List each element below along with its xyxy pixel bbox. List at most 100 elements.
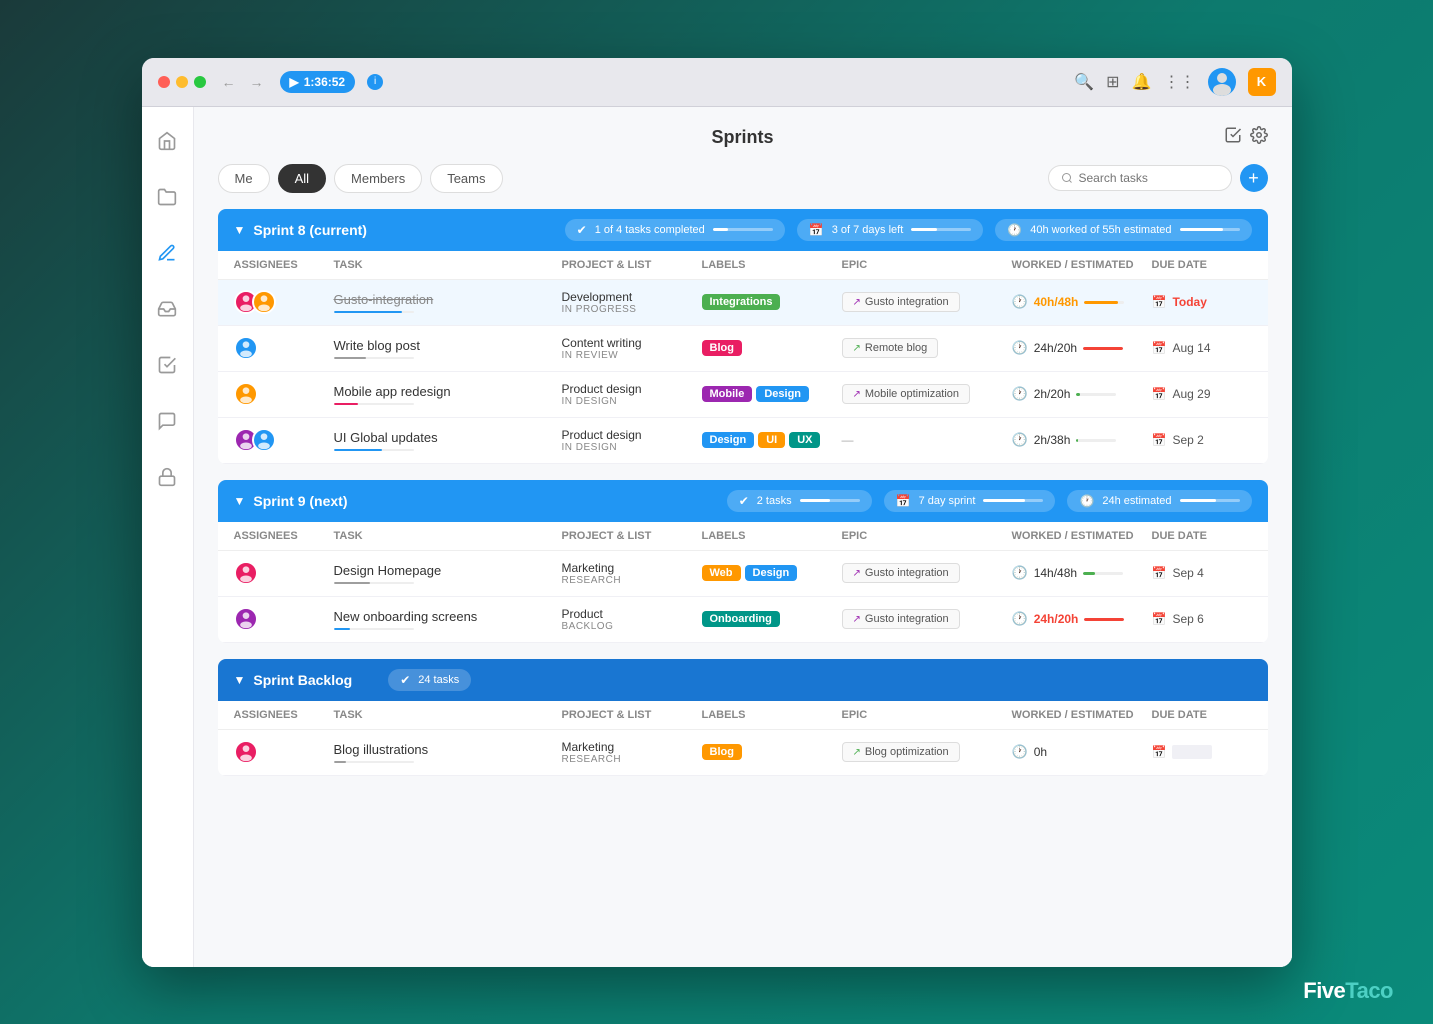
col-due: Due date [1152, 709, 1252, 721]
calendar-icon: 📅 [1152, 387, 1167, 401]
due-cell: 📅 Today [1152, 295, 1252, 309]
avatar [234, 382, 258, 406]
worked-cell: 🕐 24h/20h [1012, 611, 1152, 627]
sprint-8-table: Assignees Task Project & List Labels Epi… [218, 251, 1268, 464]
sidebar-item-folders[interactable] [149, 179, 185, 215]
task-cell[interactable]: Design Homepage [334, 563, 562, 584]
labels-cell: Blog [702, 340, 842, 356]
info-icon[interactable]: i [367, 74, 383, 90]
calendar-icon: 📅 [809, 223, 824, 237]
sprint-backlog-title: ▼ Sprint Backlog [234, 672, 353, 688]
col-project: Project & List [562, 709, 702, 721]
sidebar-item-home[interactable] [149, 123, 185, 159]
col-epic: Epic [842, 709, 1012, 721]
sprint-9-stats: ✔ 2 tasks 📅 7 day sprint 🕐 24h estimated [727, 490, 1252, 512]
epic-arrow-icon: ↗ [853, 389, 861, 400]
due-cell: 📅 Sep 4 [1152, 566, 1252, 580]
sidebar-item-pen[interactable] [149, 235, 185, 271]
clock-icon: 🕐 [1012, 611, 1028, 627]
clock-icon: 🕐 [1012, 744, 1028, 760]
col-project: Project & List [562, 530, 702, 542]
search-bar [1048, 165, 1232, 191]
label-badge: Design [756, 386, 809, 402]
sprint-8-chevron[interactable]: ▼ [234, 223, 246, 237]
col-labels: Labels [702, 259, 842, 271]
epic-badge[interactable]: ↗ Gusto integration [842, 609, 960, 629]
user-badge[interactable]: K [1248, 68, 1276, 96]
user-avatar[interactable] [1208, 68, 1236, 96]
filter-members[interactable]: Members [334, 164, 422, 193]
col-labels: Labels [702, 709, 842, 721]
minimize-button[interactable] [176, 76, 188, 88]
sprint-8-table-header: Assignees Task Project & List Labels Epi… [218, 251, 1268, 280]
epic-cell: ↗ Blog optimization [842, 742, 1012, 763]
task-cell[interactable]: Mobile app redesign [334, 384, 562, 405]
sprint-9-title: ▼ Sprint 9 (next) [234, 493, 348, 509]
col-due: Due date [1152, 259, 1252, 271]
epic-arrow-icon: ↗ [853, 614, 861, 625]
checklist-icon[interactable] [1224, 126, 1242, 149]
search-icon[interactable]: 🔍 [1074, 72, 1094, 92]
search-icon [1061, 172, 1073, 184]
col-worked: Worked / Estimated [1012, 709, 1152, 721]
filter-teams[interactable]: Teams [430, 164, 502, 193]
epic-badge[interactable]: ↗ Mobile optimization [842, 384, 971, 404]
sprint-section-8: ▼ Sprint 8 (current) ✔ 1 of 4 tasks comp… [218, 209, 1268, 464]
epic-badge[interactable]: ↗ Remote blog [842, 338, 939, 358]
sprint-backlog-section: ▼ Sprint Backlog ✔ 24 tasks Assignees Ta… [218, 659, 1268, 776]
filter-me[interactable]: Me [218, 164, 270, 193]
sprint-8-stats: ✔ 1 of 4 tasks completed 📅 3 of 7 days l… [565, 219, 1252, 241]
col-project: Project & List [562, 259, 702, 271]
task-cell[interactable]: Blog illustrations [334, 742, 562, 763]
assignees-cell [234, 740, 334, 764]
task-cell[interactable]: New onboarding screens [334, 609, 562, 630]
search-input[interactable] [1079, 171, 1219, 185]
epic-badge[interactable]: ↗ Blog optimization [842, 742, 960, 762]
sprint-backlog-chevron[interactable]: ▼ [234, 673, 246, 687]
timer-pill[interactable]: ▶ 1:36:52 [280, 71, 356, 93]
labels-cell: Design UI UX [702, 432, 842, 448]
epic-badge[interactable]: ↗ Gusto integration [842, 563, 960, 583]
table-row: UI Global updates Product design IN DESI… [218, 418, 1268, 464]
columns-icon[interactable]: ⊞ [1106, 72, 1119, 92]
worked-cell: 🕐 2h/38h [1012, 432, 1152, 448]
assignees-cell [234, 336, 334, 360]
assignees-cell [234, 428, 334, 452]
col-task: Task [334, 530, 562, 542]
clock-icon: 🕐 [1007, 223, 1022, 237]
close-button[interactable] [158, 76, 170, 88]
settings-icon[interactable] [1250, 126, 1268, 149]
label-badge: Design [702, 432, 755, 448]
task-cell[interactable]: Gusto-integration [334, 292, 562, 313]
bell-icon[interactable]: 🔔 [1132, 72, 1152, 92]
sprint-9-chevron[interactable]: ▼ [234, 494, 246, 508]
sidebar-item-inbox[interactable] [149, 291, 185, 327]
calendar-icon: 📅 [1152, 295, 1167, 309]
main-content: Sprints Me All Members Teams [194, 107, 1292, 967]
due-cell: 📅 [1152, 745, 1252, 759]
epic-badge[interactable]: ↗ Gusto integration [842, 292, 960, 312]
sidebar-item-lock[interactable] [149, 459, 185, 495]
timer-display: 1:36:52 [304, 75, 345, 89]
table-row: Mobile app redesign Product design IN DE… [218, 372, 1268, 418]
sidebar-item-messages[interactable] [149, 403, 185, 439]
add-task-button[interactable]: + [1240, 164, 1268, 192]
back-button[interactable]: ← [218, 72, 240, 92]
clock-icon: 🕐 [1012, 294, 1028, 310]
task-cell[interactable]: UI Global updates [334, 430, 562, 451]
epic-cell: ↗ Gusto integration [842, 292, 1012, 313]
task-cell[interactable]: Write blog post [334, 338, 562, 359]
maximize-button[interactable] [194, 76, 206, 88]
app-body: Sprints Me All Members Teams [142, 107, 1292, 967]
filter-all[interactable]: All [278, 164, 326, 193]
forward-button[interactable]: → [246, 72, 268, 92]
sprint-9-stat-days: 📅 7 day sprint [884, 490, 1056, 512]
check-icon: ✔ [400, 673, 410, 687]
epic-arrow-icon: ↗ [853, 568, 861, 579]
clock-icon: 🕐 [1012, 340, 1028, 356]
assignees-cell [234, 382, 334, 406]
label-badge: Web [702, 565, 741, 581]
grid-icon[interactable]: ⋮⋮ [1164, 72, 1196, 92]
epic-cell: ↗ Gusto integration [842, 563, 1012, 584]
sidebar-item-tasks[interactable] [149, 347, 185, 383]
